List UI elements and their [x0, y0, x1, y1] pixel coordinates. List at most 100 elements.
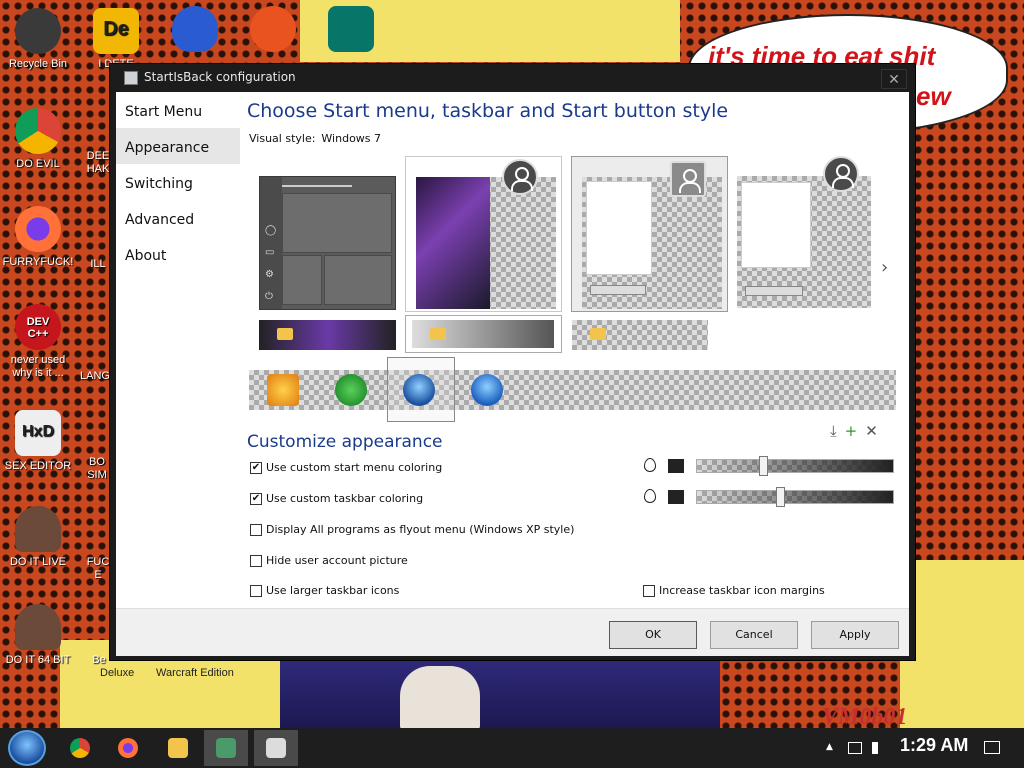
nav-item-advanced[interactable]: Advanced — [116, 200, 240, 236]
slider-thumb[interactable] — [776, 487, 785, 507]
add-icon[interactable]: + — [845, 422, 858, 440]
nav-item-appearance[interactable]: Appearance — [116, 128, 240, 164]
nav-item-switching[interactable]: Switching — [116, 164, 240, 200]
chrome-icon — [70, 738, 90, 758]
deluxe-label[interactable]: Deluxe — [100, 667, 134, 679]
user-avatar-icon — [670, 161, 706, 197]
transparency-drop-icon[interactable] — [644, 458, 656, 472]
start-orb-windows-7-icon[interactable] — [403, 374, 435, 406]
hxd-editor-icon: HxD — [15, 410, 61, 456]
taskbar-style-1[interactable] — [259, 320, 396, 350]
gear-icon: ⚙ — [265, 269, 274, 280]
taskbar: ▲ 1:29 AM — [0, 728, 1024, 768]
desktop-icon-lang[interactable]: LANG — [80, 370, 110, 383]
portrait-icon — [15, 506, 61, 552]
action-center-icon[interactable] — [984, 741, 1000, 754]
user-avatar-icon — [502, 159, 538, 195]
publisher-icon — [328, 6, 374, 52]
desktop-icon-firefox[interactable]: FURRYFUCK! — [0, 206, 76, 269]
taskbar-style-2-selected[interactable] — [405, 315, 562, 353]
recycle-bin-icon — [15, 8, 61, 54]
taskbar-opacity-slider[interactable] — [696, 487, 894, 507]
desktop-icon-do-it-64-bit[interactable]: DO IT 64 BIT — [0, 604, 76, 667]
option-all-programs-flyout[interactable]: Display All programs as flyout menu (Win… — [250, 523, 574, 536]
style-preview-windows-10[interactable]: ◯ ▭ ⚙ ⏻ — [259, 176, 396, 310]
dialog-button-bar: OK Cancel Apply — [116, 608, 909, 656]
desktop-icon-dev-cpp[interactable]: DEV C++ never used why is it ... — [0, 304, 76, 380]
warcraft-label[interactable]: Warcraft Edition — [156, 667, 234, 679]
option-larger-taskbar-icons[interactable]: Use larger taskbar icons — [250, 584, 399, 597]
desktop-icon-question-shield[interactable] — [172, 6, 218, 56]
desktop-icon-bo[interactable]: BO SIM — [84, 456, 110, 482]
desktop-icon-p-app[interactable] — [248, 6, 298, 56]
wallpaper-watermark: VM0b01 — [822, 704, 908, 730]
desktop-icon-be[interactable]: Be — [88, 654, 110, 667]
option-increase-icon-margins[interactable]: Increase taskbar icon margins — [643, 584, 825, 597]
remove-icon[interactable]: ✕ — [865, 422, 878, 440]
slider-thumb[interactable] — [759, 456, 768, 476]
user-icon: ◯ — [265, 225, 277, 236]
checkbox[interactable]: ✔ — [250, 492, 262, 505]
transparency-drop-icon[interactable] — [644, 489, 656, 503]
customize-toolbar: ⤓ + ✕ — [822, 422, 878, 440]
option-custom-taskbar-coloring[interactable]: ✔ Use custom taskbar coloring — [250, 492, 423, 505]
dev-cpp-icon: DEV C++ — [15, 304, 61, 350]
checkbox[interactable] — [250, 523, 262, 536]
start-menu-opacity-slider[interactable] — [696, 456, 894, 476]
desktop-icon-ill[interactable]: ILL — [86, 258, 110, 271]
desktop-icon-chrome[interactable]: DO EVIL — [0, 108, 76, 171]
option-custom-start-menu-coloring[interactable]: ✔ Use custom start menu coloring — [250, 461, 442, 474]
network-icon[interactable] — [848, 742, 862, 754]
taskbar-startisback-config[interactable] — [204, 730, 248, 766]
question-shield-icon — [172, 6, 218, 52]
taskbar-color-swatch[interactable] — [668, 490, 684, 504]
firefox-icon — [118, 738, 138, 758]
download-icon[interactable]: ⤓ — [830, 422, 837, 440]
next-styles-arrow[interactable]: › — [881, 257, 888, 278]
checkbox[interactable]: ✔ — [250, 461, 262, 474]
desktop-icon-publisher[interactable] — [326, 6, 376, 56]
taskbar-style-3[interactable] — [572, 320, 708, 350]
window-client-area: Start Menu Appearance Switching Advanced… — [116, 92, 909, 608]
startisback-config-window: StartIsBack configuration ✕ Start Menu A… — [109, 63, 916, 661]
checkbox[interactable] — [250, 554, 262, 567]
start-menu-color-swatch[interactable] — [668, 459, 684, 473]
portrait-64-icon — [15, 604, 61, 650]
wallpaper-comic-panel-right — [900, 560, 1024, 730]
folder-icon: ▭ — [265, 247, 275, 258]
desktop-icon-do-it-live[interactable]: DO IT LIVE — [0, 506, 76, 569]
start-orb-custom-icon[interactable] — [267, 374, 299, 406]
taskbar-firefox[interactable] — [106, 730, 150, 766]
taskbar-window-app[interactable] — [254, 730, 298, 766]
desktop-icon-dee[interactable]: DEE HAK — [86, 150, 110, 176]
style-preview-windows-7-selected[interactable] — [571, 156, 728, 312]
option-hide-user-picture[interactable]: Hide user account picture — [250, 554, 408, 567]
start-orb-clover-icon[interactable] — [335, 374, 367, 406]
nav-item-start-menu[interactable]: Start Menu — [116, 92, 240, 128]
customize-heading: Customize appearance — [247, 432, 443, 452]
desktop-icon-fuc[interactable]: FUC E — [86, 556, 110, 582]
start-button[interactable] — [8, 730, 46, 766]
checkbox[interactable] — [643, 584, 655, 597]
nav-item-about[interactable]: About — [116, 236, 240, 272]
taskbar-clock[interactable]: 1:29 AM — [900, 735, 968, 756]
ok-button[interactable]: OK — [609, 621, 697, 649]
start-button-styles — [249, 357, 896, 422]
style-preview-windows-vista[interactable] — [737, 156, 872, 310]
desktop-icon-recycle-bin[interactable]: Recycle Bin — [0, 8, 76, 71]
tray-show-hidden-icon[interactable]: ▲ — [826, 742, 833, 752]
desktop-icon-hxd[interactable]: HxD SEX EDITOR — [0, 410, 76, 473]
cancel-button[interactable]: Cancel — [710, 621, 798, 649]
window-close-button[interactable]: ✕ — [881, 69, 907, 89]
taskbar-file-explorer[interactable] — [156, 730, 200, 766]
start-orb-windows-vista-icon[interactable] — [471, 374, 503, 406]
apply-button[interactable]: Apply — [811, 621, 899, 649]
wallpaper-scene — [280, 660, 720, 730]
taskbar-chrome[interactable] — [58, 730, 102, 766]
desktop-icon-de[interactable]: De I DETE — [86, 8, 146, 71]
style-preview-windows-7-custom[interactable] — [405, 156, 562, 312]
checkbox[interactable] — [250, 584, 262, 597]
window-titlebar[interactable]: StartIsBack configuration ✕ — [110, 64, 915, 92]
visual-style-value: Windows 7 — [321, 132, 382, 145]
volume-icon[interactable] — [872, 742, 886, 754]
